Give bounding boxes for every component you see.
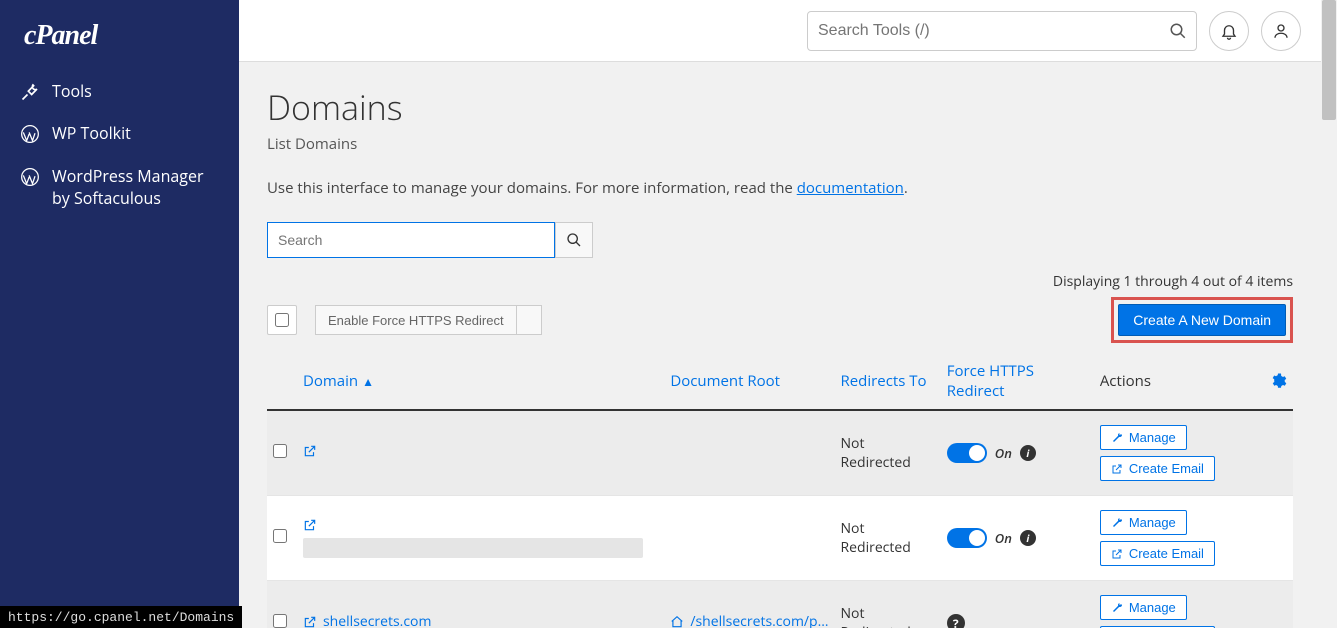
page-subtitle: List Domains bbox=[267, 134, 1293, 154]
table-row: Not Redirected Oni Manage Create Email bbox=[267, 410, 1293, 496]
redirects-cell: Not Redirected bbox=[835, 581, 941, 628]
intro-prefix: Use this interface to manage your domain… bbox=[267, 178, 797, 198]
col-doc-root[interactable]: Document Root bbox=[664, 353, 834, 410]
notifications-button[interactable] bbox=[1209, 11, 1249, 51]
search-tools-input[interactable] bbox=[807, 11, 1197, 51]
enable-https-dropdown[interactable] bbox=[517, 305, 542, 335]
manage-button[interactable]: Manage bbox=[1100, 425, 1187, 450]
row-actions: Manage Create Email bbox=[1100, 510, 1287, 566]
intro-text: Use this interface to manage your domain… bbox=[267, 178, 1293, 198]
sidebar-item-label: WP Toolkit bbox=[52, 122, 131, 144]
domain-search-input[interactable] bbox=[267, 222, 555, 258]
redacted-block bbox=[303, 538, 643, 558]
https-toggle[interactable] bbox=[947, 528, 987, 548]
col-actions: Actions bbox=[1094, 353, 1263, 410]
domain-search-button[interactable] bbox=[555, 222, 593, 258]
create-email-button[interactable]: Create Email bbox=[1100, 541, 1215, 566]
domain-link[interactable] bbox=[303, 518, 317, 532]
https-toggle-label: On bbox=[995, 444, 1012, 462]
help-icon[interactable]: ? bbox=[947, 614, 965, 628]
scrollbar-track[interactable] bbox=[1321, 0, 1337, 628]
documentation-link[interactable]: documentation bbox=[797, 178, 904, 198]
home-icon bbox=[670, 615, 684, 628]
https-toggle-label: On bbox=[995, 529, 1012, 547]
status-bar: https://go.cpanel.net/Domains bbox=[0, 606, 242, 628]
bulk-row: Enable Force HTTPS Redirect Create A New… bbox=[267, 297, 1293, 343]
domains-table: Domain▲ Document Root Redirects To Force… bbox=[267, 353, 1293, 628]
https-toggle-wrap: Oni bbox=[947, 443, 1088, 463]
external-link-icon bbox=[303, 518, 317, 532]
manage-button[interactable]: Manage bbox=[1100, 595, 1187, 620]
https-toggle[interactable] bbox=[947, 443, 987, 463]
search-tools-wrap bbox=[807, 11, 1197, 51]
domain-name: shellsecrets.com bbox=[323, 612, 431, 628]
content-area: Domains List Domains Use this interface … bbox=[239, 62, 1321, 628]
sidebar: cPanel Tools WP Toolkit WordPress Manage… bbox=[0, 0, 239, 628]
sidebar-item-label: Tools bbox=[52, 80, 92, 102]
external-link-icon bbox=[1111, 463, 1123, 475]
redirects-cell: Not Redirected bbox=[835, 410, 941, 496]
wrench-icon bbox=[1111, 432, 1123, 444]
wordpress-icon bbox=[20, 124, 40, 144]
row-checkbox[interactable] bbox=[273, 444, 287, 458]
external-link-icon bbox=[303, 444, 317, 458]
doc-root-path: /shellsecrets.com/p… bbox=[690, 612, 828, 628]
create-domain-button[interactable]: Create A New Domain bbox=[1118, 304, 1286, 336]
select-all-checkbox[interactable] bbox=[275, 313, 289, 327]
row-checkbox[interactable] bbox=[273, 614, 287, 628]
domain-link[interactable] bbox=[303, 444, 317, 458]
table-settings-button[interactable] bbox=[1263, 353, 1293, 410]
page-title: Domains bbox=[267, 84, 1293, 130]
main-area: Domains List Domains Use this interface … bbox=[239, 0, 1321, 628]
result-count-text: Displaying 1 through 4 out of 4 items bbox=[267, 272, 1293, 291]
search-icon[interactable] bbox=[1169, 22, 1187, 40]
row-actions: Manage Create Email bbox=[1100, 425, 1287, 481]
account-button[interactable] bbox=[1261, 11, 1301, 51]
doc-root-link[interactable]: /shellsecrets.com/p… bbox=[670, 612, 828, 628]
wrench-icon bbox=[1111, 602, 1123, 614]
brand-text: cPanel bbox=[24, 20, 97, 51]
col-redirects[interactable]: Redirects To bbox=[835, 353, 941, 410]
table-row: Not Redirected Oni Manage Create Email bbox=[267, 496, 1293, 581]
row-checkbox[interactable] bbox=[273, 529, 287, 543]
create-email-button[interactable]: Create Email bbox=[1100, 456, 1215, 481]
manage-button[interactable]: Manage bbox=[1100, 510, 1187, 535]
info-icon[interactable]: i bbox=[1020, 530, 1036, 546]
brand-logo: cPanel bbox=[0, 20, 239, 70]
sort-asc-icon: ▲ bbox=[362, 373, 374, 390]
sidebar-item-tools[interactable]: Tools bbox=[0, 70, 239, 112]
select-all-wrap bbox=[267, 305, 297, 335]
https-toggle-wrap: Oni bbox=[947, 528, 1088, 548]
scrollbar-thumb[interactable] bbox=[1322, 0, 1336, 120]
tools-icon bbox=[20, 82, 40, 102]
info-icon[interactable]: i bbox=[1020, 445, 1036, 461]
sidebar-item-label: WordPress Manager by Softaculous bbox=[52, 165, 219, 210]
external-link-icon bbox=[303, 615, 317, 628]
wordpress-icon bbox=[20, 167, 40, 187]
create-domain-highlight: Create A New Domain bbox=[1111, 297, 1293, 343]
table-row: shellsecrets.com/shellsecrets.com/p… Not … bbox=[267, 581, 1293, 628]
bulk-https-group: Enable Force HTTPS Redirect bbox=[315, 305, 542, 335]
external-link-icon bbox=[1111, 548, 1123, 560]
wrench-icon bbox=[1111, 517, 1123, 529]
topbar bbox=[239, 0, 1321, 62]
col-force-https[interactable]: Force HTTPS Redirect bbox=[941, 353, 1094, 410]
col-domain[interactable]: Domain▲ bbox=[297, 353, 664, 410]
sidebar-item-wp-toolkit[interactable]: WP Toolkit bbox=[0, 112, 239, 154]
enable-https-button[interactable]: Enable Force HTTPS Redirect bbox=[315, 305, 517, 335]
domain-link[interactable]: shellsecrets.com bbox=[303, 612, 431, 628]
redirects-cell: Not Redirected bbox=[835, 496, 941, 581]
intro-suffix: . bbox=[904, 178, 908, 198]
row-actions: ManageCreate Email bbox=[1100, 595, 1287, 628]
sidebar-item-wp-manager[interactable]: WordPress Manager by Softaculous bbox=[0, 155, 239, 220]
filter-row bbox=[267, 222, 1293, 258]
